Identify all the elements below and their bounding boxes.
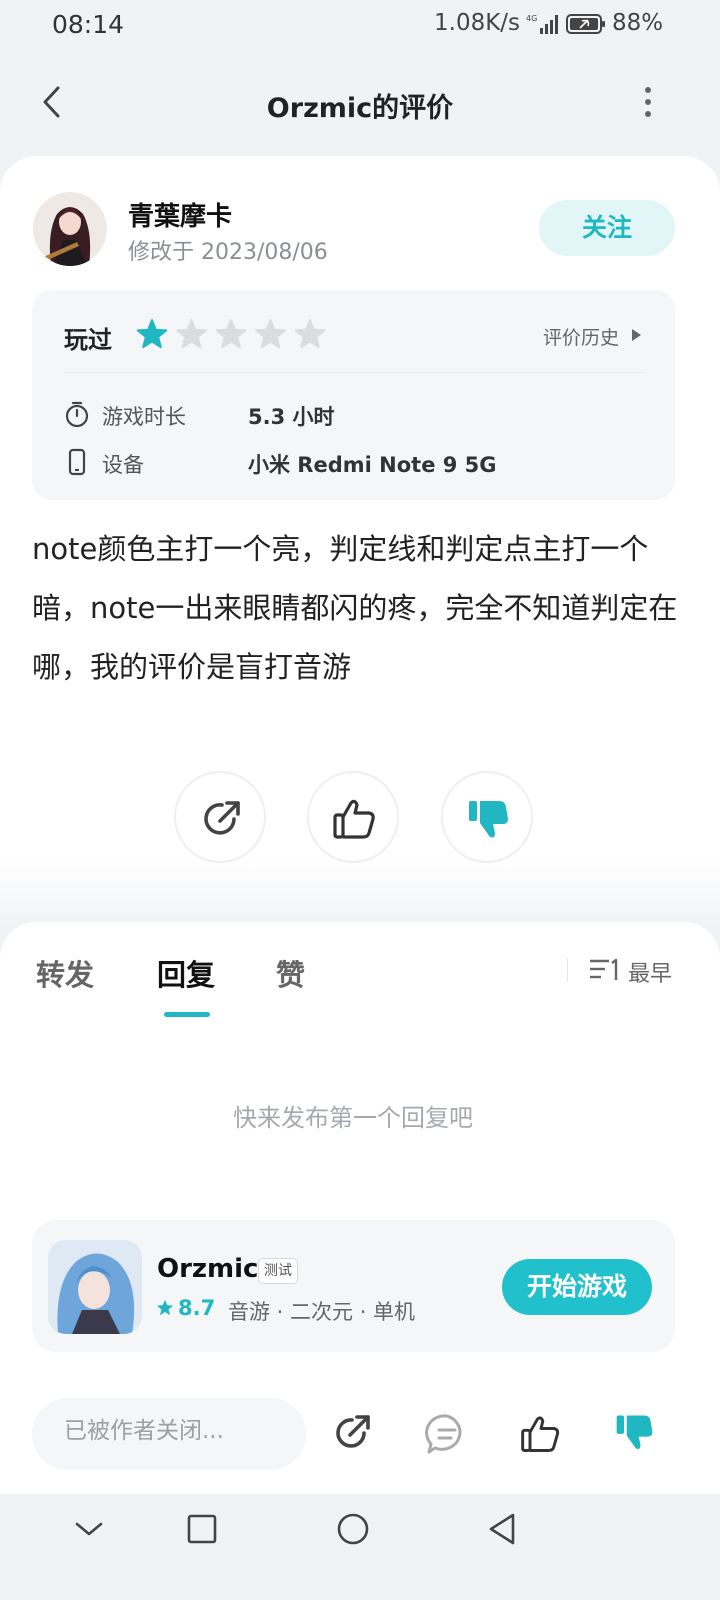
more-vertical-icon[interactable] — [636, 84, 660, 124]
reply-input[interactable] — [64, 1418, 294, 1444]
share-icon — [204, 801, 240, 835]
card-fade — [0, 860, 720, 930]
star-icon — [156, 1299, 174, 1316]
follow-button[interactable]: 关注 — [539, 200, 675, 256]
share-icon[interactable] — [330, 1411, 374, 1455]
page-title: Orzmic的评价 — [266, 93, 454, 124]
device-label: 设备 — [102, 453, 144, 477]
play-time-value: 5.3 小时 — [248, 405, 335, 429]
svg-text:4G: 4G — [526, 14, 537, 23]
thumbs-up-icon — [333, 799, 375, 839]
phone-device-icon — [68, 448, 86, 476]
battery-icon — [566, 14, 605, 34]
status-bar: 08:14 1.08K/s 4G 88% — [0, 0, 720, 56]
game-tags: 音游 · 二次元 · 单机 — [228, 1300, 416, 1324]
share-button[interactable] — [174, 771, 266, 863]
tab-like[interactable]: 赞 — [276, 952, 305, 994]
play-time-label: 游戏时长 — [102, 405, 186, 429]
divider — [64, 372, 644, 373]
dislike-button[interactable] — [441, 771, 533, 863]
recent-apps-icon[interactable] — [185, 1512, 219, 1546]
author-avatar[interactable] — [33, 192, 107, 266]
game-score: 8.7 — [178, 1296, 216, 1320]
active-tab-indicator — [164, 1012, 210, 1017]
tab-reply[interactable]: 回复 — [157, 952, 215, 994]
thumbs-up-icon[interactable] — [519, 1412, 563, 1456]
stopwatch-icon — [65, 401, 89, 428]
like-button[interactable] — [307, 771, 399, 863]
game-name[interactable]: Orzmic — [157, 1254, 258, 1284]
reply-input-box[interactable] — [32, 1398, 306, 1470]
chevron-down-icon[interactable] — [72, 1512, 106, 1546]
status-net-speed: 1.08K/s — [434, 10, 521, 36]
status-time: 08:14 — [52, 10, 125, 39]
star-empty-icon — [294, 319, 326, 349]
battery-percent: 88% — [612, 10, 664, 36]
start-game-button[interactable]: 开始游戏 — [502, 1259, 652, 1315]
review-body: note颜色主打一个亮，判定线和判定点主打一个暗，note一出来眼睛都闪的疼，完… — [32, 532, 678, 684]
divider — [567, 958, 568, 982]
game-icon[interactable] — [48, 1240, 142, 1334]
back-triangle-icon[interactable] — [485, 1512, 519, 1546]
game-test-badge: 测试 — [258, 1258, 298, 1284]
star-empty-icon — [215, 319, 247, 349]
home-icon[interactable] — [336, 1512, 370, 1546]
author-name[interactable]: 青葉摩卡 — [128, 196, 232, 233]
star-filled-icon — [136, 319, 168, 349]
thumbs-down-icon — [469, 801, 508, 838]
star-empty-icon — [176, 319, 207, 349]
review-modified-date: 修改于 2023/08/06 — [128, 240, 328, 265]
rating-stars — [136, 319, 326, 349]
thumbs-down-icon[interactable] — [613, 1410, 657, 1454]
sort-icon[interactable] — [589, 958, 621, 982]
play-status: 玩过 — [64, 326, 112, 354]
sort-order[interactable]: 最早 — [628, 956, 672, 988]
caret-right-icon[interactable] — [630, 328, 642, 342]
system-nav-bar — [0, 1494, 720, 1600]
empty-replies-text: 快来发布第一个回复吧 — [233, 1104, 473, 1132]
tab-forward[interactable]: 转发 — [36, 952, 94, 994]
rating-history-link[interactable]: 评价历史 — [543, 323, 619, 350]
device-value: 小米 Redmi Note 9 5G — [248, 453, 497, 477]
star-empty-icon — [255, 319, 286, 349]
comment-icon[interactable] — [425, 1412, 469, 1456]
cellular-signal-icon: 4G — [526, 14, 558, 34]
